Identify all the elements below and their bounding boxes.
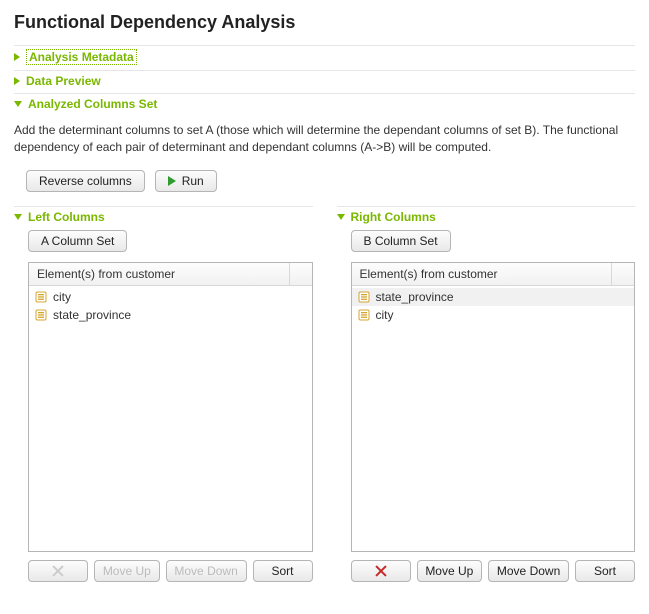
list-header: Element(s) from customer <box>352 263 635 286</box>
button-label: A Column Set <box>41 234 114 248</box>
panel-label: Left Columns <box>28 210 105 224</box>
delete-icon <box>51 564 65 578</box>
column-icon <box>358 309 370 321</box>
left-columns-panel: Left Columns A Column Set Element(s) fro… <box>14 206 313 582</box>
chevron-down-icon <box>14 214 22 220</box>
column-header[interactable]: Element(s) from customer <box>29 263 290 285</box>
play-icon <box>168 176 176 186</box>
chevron-down-icon <box>14 101 22 107</box>
right-columns-panel: Right Columns B Column Set Element(s) fr… <box>337 206 636 582</box>
button-label: Move Up <box>425 564 473 578</box>
list-item-label: city <box>376 308 394 322</box>
list-item[interactable]: state_province <box>29 306 312 324</box>
sort-button[interactable]: Sort <box>575 560 635 582</box>
column-icon <box>35 309 47 321</box>
column-icon <box>35 291 47 303</box>
list-item[interactable]: state_province <box>352 288 635 306</box>
button-label: Move Down <box>497 564 560 578</box>
delete-button[interactable] <box>28 560 88 582</box>
delete-button[interactable] <box>351 560 411 582</box>
button-label: Move Down <box>174 564 237 578</box>
move-up-button[interactable]: Move Up <box>417 560 483 582</box>
column-header-spacer <box>290 263 312 285</box>
column-header-spacer <box>612 263 634 285</box>
chevron-down-icon <box>337 214 345 220</box>
panel-header-right[interactable]: Right Columns <box>337 206 636 230</box>
button-label: B Column Set <box>364 234 438 248</box>
reverse-columns-button[interactable]: Reverse columns <box>26 170 145 192</box>
list-item-label: state_province <box>376 290 454 304</box>
move-down-button[interactable]: Move Down <box>166 560 247 582</box>
section-analyzed-columns-set[interactable]: Analyzed Columns Set <box>14 93 635 114</box>
b-column-set-button[interactable]: B Column Set <box>351 230 451 252</box>
section-data-preview[interactable]: Data Preview <box>14 70 635 91</box>
section-analyzed-body: Add the determinant columns to set A (th… <box>14 114 635 590</box>
button-label: Run <box>182 174 204 188</box>
button-label: Move Up <box>103 564 151 578</box>
list-item-label: city <box>53 290 71 304</box>
button-label: Sort <box>271 564 293 578</box>
right-column-list[interactable]: Element(s) from customer state_provincec… <box>351 262 636 552</box>
column-icon <box>358 291 370 303</box>
button-label: Reverse columns <box>39 174 132 188</box>
sort-button[interactable]: Sort <box>253 560 313 582</box>
panel-label: Right Columns <box>351 210 436 224</box>
section-label: Data Preview <box>26 74 101 88</box>
panel-header-left[interactable]: Left Columns <box>14 206 313 230</box>
chevron-right-icon <box>14 53 20 61</box>
run-button[interactable]: Run <box>155 170 217 192</box>
a-column-set-button[interactable]: A Column Set <box>28 230 127 252</box>
section-description: Add the determinant columns to set A (th… <box>14 122 635 156</box>
list-item[interactable]: city <box>352 306 635 324</box>
button-label: Sort <box>594 564 616 578</box>
list-item[interactable]: city <box>29 288 312 306</box>
left-column-list[interactable]: Element(s) from customer city state_provi… <box>28 262 313 552</box>
move-down-button[interactable]: Move Down <box>488 560 569 582</box>
chevron-right-icon <box>14 77 20 85</box>
section-label: Analyzed Columns Set <box>28 97 157 111</box>
delete-icon <box>374 564 388 578</box>
section-label: Analysis Metadata <box>26 49 137 65</box>
column-header[interactable]: Element(s) from customer <box>352 263 613 285</box>
list-item-label: state_province <box>53 308 131 322</box>
list-header: Element(s) from customer <box>29 263 312 286</box>
section-analysis-metadata[interactable]: Analysis Metadata <box>14 45 635 68</box>
move-up-button[interactable]: Move Up <box>94 560 160 582</box>
page-title: Functional Dependency Analysis <box>14 12 635 33</box>
